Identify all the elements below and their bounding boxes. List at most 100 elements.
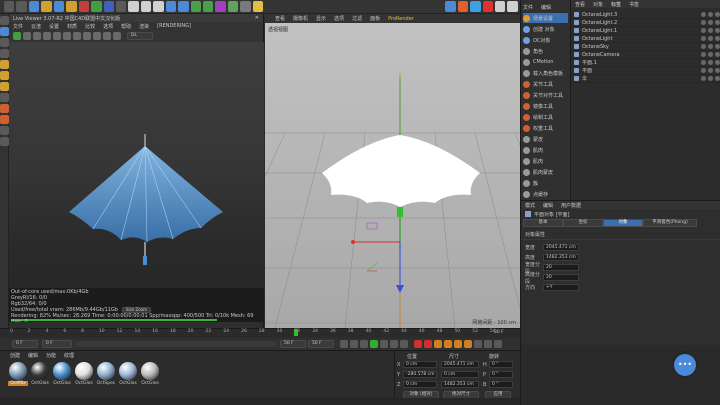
tag-icon[interactable] — [708, 60, 713, 65]
object-row[interactable]: 平面.1 — [571, 59, 720, 67]
polygons-mode-icon[interactable] — [0, 82, 9, 91]
vp-menu-prorender[interactable]: ProRender — [388, 16, 414, 22]
tool-item[interactable]: 点缓存 — [523, 189, 568, 199]
tag-icon[interactable] — [708, 36, 713, 41]
tool-item[interactable]: 关节工具 — [523, 79, 568, 89]
key-param-icon[interactable] — [474, 340, 482, 348]
edges-mode-icon[interactable] — [0, 71, 9, 80]
key-scale-icon[interactable] — [464, 340, 472, 348]
lv-menu-options[interactable]: 选项 — [103, 23, 113, 30]
attr-value-field[interactable]: 20 — [543, 264, 579, 271]
octane-mat-icon[interactable] — [457, 1, 469, 12]
tag-icon[interactable] — [708, 52, 713, 57]
viewport-canvas[interactable]: 透视视图 网格间距: 100 cm — [265, 23, 520, 328]
tool-item[interactable]: OC对象 — [523, 35, 568, 45]
tool-item[interactable]: 角色 — [523, 46, 568, 56]
undo-icon[interactable] — [4, 1, 15, 12]
tool-item[interactable]: 载入角色模板 — [523, 68, 568, 78]
tag-icon[interactable] — [715, 12, 720, 17]
vp-menu-display[interactable]: 显示 — [316, 15, 326, 22]
object-row[interactable]: OctaneLight — [571, 35, 720, 43]
cloner-icon[interactable] — [203, 1, 214, 12]
mat-menu-function[interactable]: 功能 — [46, 352, 56, 359]
y-axis-icon[interactable] — [91, 1, 102, 12]
key-pla-icon[interactable] — [484, 340, 492, 348]
attr-value-field[interactable]: 2045.471 cm — [543, 244, 579, 251]
subdivision-icon[interactable] — [190, 1, 201, 12]
end-frame-field[interactable]: 50 F — [280, 340, 306, 348]
tag-icon[interactable] — [715, 44, 720, 49]
tag-icon[interactable] — [715, 20, 720, 25]
workplane-icon[interactable] — [0, 49, 9, 58]
live-select-icon[interactable] — [28, 1, 40, 12]
region-icon[interactable] — [53, 32, 61, 40]
tool-item[interactable]: 绘制工具 — [523, 112, 568, 122]
lv-menu-compare[interactable]: 比较 — [85, 23, 95, 30]
tag-icon[interactable] — [708, 12, 713, 17]
coord-pos-field[interactable]: -280.578 cm — [403, 371, 437, 378]
tag-icon[interactable] — [708, 20, 713, 25]
tag-icon[interactable] — [701, 68, 706, 73]
next-frame-icon[interactable] — [380, 340, 388, 348]
lv-menu-cloud[interactable]: 云渲 — [31, 23, 41, 30]
restart-icon[interactable] — [23, 32, 31, 40]
stop-icon[interactable] — [43, 32, 51, 40]
timeline-ruler[interactable]: 0246810121416182022242628303234363840424… — [10, 329, 510, 338]
sculpt-icon[interactable] — [0, 115, 9, 124]
material-swatch[interactable]: OctGlos — [52, 362, 72, 386]
object-row[interactable]: OctaneCamera — [571, 51, 720, 59]
z-axis-icon[interactable] — [103, 1, 114, 12]
render-picture-icon[interactable] — [140, 1, 152, 12]
om-menu-file[interactable]: 文件 — [523, 4, 533, 11]
octane-render-icon[interactable] — [482, 1, 493, 12]
tab-object[interactable]: 对象 — [603, 219, 643, 227]
range-slider[interactable] — [76, 341, 276, 347]
coord-rot-field[interactable]: 0 ° — [489, 361, 513, 368]
pick-focus-icon[interactable] — [73, 32, 81, 40]
axis-mode-icon[interactable] — [0, 93, 9, 102]
mat-menu-create[interactable]: 创建 — [10, 352, 20, 359]
object-row[interactable]: OctaneLight.1 — [571, 27, 720, 35]
octane-settings-icon[interactable] — [494, 1, 506, 12]
mat-menu-edit[interactable]: 编辑 — [28, 352, 38, 359]
tag-icon[interactable] — [715, 28, 720, 33]
tag-icon[interactable] — [715, 76, 720, 81]
tab-phong[interactable]: 平滑着色(Phong) — [643, 219, 697, 227]
cube-icon[interactable] — [165, 1, 177, 12]
tab-basic[interactable]: 基本 — [523, 219, 563, 227]
coord-size-field[interactable]: 2045.471 cm — [441, 361, 479, 368]
attr-menu-userdata[interactable]: 用户数据 — [561, 202, 581, 209]
object-row[interactable]: 伞 — [571, 75, 720, 83]
render-settings-icon[interactable] — [153, 1, 164, 12]
tag-icon[interactable] — [715, 60, 720, 65]
tag-icon[interactable] — [708, 44, 713, 49]
material-swatch[interactable]: OctGlos — [118, 362, 138, 386]
camera-icon[interactable] — [240, 1, 251, 12]
material-swatch[interactable]: OctGlos — [140, 362, 160, 386]
coord-pos-field[interactable]: 0 cm — [403, 361, 437, 368]
material-swatch[interactable]: OctGlos — [74, 362, 94, 386]
tag-icon[interactable] — [701, 36, 706, 41]
tool-item[interactable]: 蒙皮 — [523, 134, 568, 144]
x-axis-icon[interactable] — [78, 1, 90, 12]
prev-key-icon[interactable] — [350, 340, 358, 348]
vp-menu-filter[interactable]: 过滤 — [352, 15, 362, 22]
lv-menu-file[interactable]: 文件 — [13, 23, 23, 30]
pause-icon[interactable] — [33, 32, 41, 40]
tag-icon[interactable] — [701, 52, 706, 57]
lv-menu-material[interactable]: 材质 — [67, 23, 77, 30]
pen-icon[interactable] — [178, 1, 189, 12]
coord-size-field[interactable]: 1482.353 cm — [441, 381, 479, 388]
tag-icon[interactable] — [708, 68, 713, 73]
channel-icon[interactable] — [113, 32, 121, 40]
tool-item[interactable]: 肌肉 — [523, 156, 568, 166]
render-area[interactable]: Out-of-core used/max:0Kb/4Gb GreyRl/16: … — [9, 42, 264, 322]
object-row[interactable]: OctaneSky — [571, 43, 720, 51]
attr-value-field[interactable]: +Y — [543, 284, 579, 291]
tool-item[interactable]: 肌肉 — [523, 145, 568, 155]
scale-icon[interactable] — [53, 1, 65, 12]
tool-item[interactable]: 肌肉蒙皮 — [523, 167, 568, 177]
end-frame-field-2[interactable]: 50 F — [308, 340, 334, 348]
move-icon[interactable] — [41, 1, 52, 12]
key-pos-icon[interactable] — [444, 340, 452, 348]
